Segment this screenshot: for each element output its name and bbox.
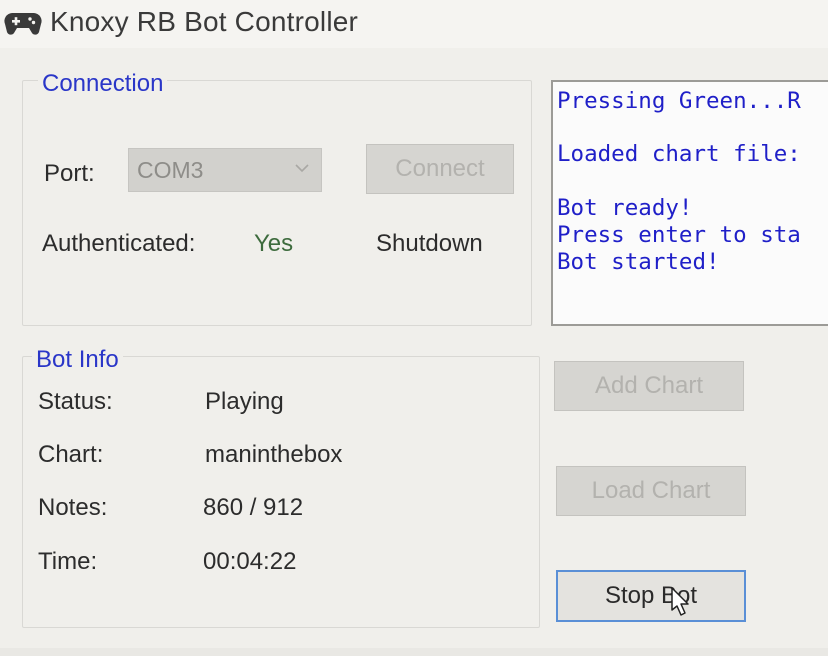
log-line: Bot started! <box>557 249 720 275</box>
add-chart-button-label: Add Chart <box>594 372 704 399</box>
chevron-down-icon <box>295 164 309 173</box>
time-label: Time: <box>38 548 98 575</box>
log-line: Bot ready! <box>557 195 693 221</box>
gamepad-icon <box>4 13 42 35</box>
app-window: Knoxy RB Bot Controller Connection Port:… <box>0 0 828 656</box>
authenticated-label: Authenticated: <box>42 230 196 257</box>
port-select-value: COM3 <box>137 157 204 183</box>
chart-value: maninthebox <box>205 441 343 468</box>
bot-info-group-title: Bot Info <box>32 346 123 374</box>
title-bar: Knoxy RB Bot Controller <box>0 0 828 48</box>
connection-group <box>22 80 532 326</box>
add-chart-button[interactable]: Add Chart <box>554 361 744 411</box>
stop-bot-button[interactable]: Stop Bot <box>556 570 746 622</box>
connection-group-title: Connection <box>38 70 168 98</box>
log-line: Pressing Green...R <box>557 88 801 114</box>
load-chart-button[interactable]: Load Chart <box>556 466 746 516</box>
connect-button[interactable]: Connect <box>366 144 514 194</box>
authenticated-value: Yes <box>254 230 294 257</box>
window-bottom-edge <box>0 648 828 656</box>
status-label: Status: <box>38 388 113 415</box>
log-line: Press enter to sta <box>557 222 801 248</box>
load-chart-button-label: Load Chart <box>591 477 711 504</box>
shutdown-label: Shutdown <box>376 230 483 257</box>
window-title: Knoxy RB Bot Controller <box>50 6 359 37</box>
log-line: Loaded chart file: <box>557 141 801 167</box>
connect-button-label: Connect <box>395 155 485 182</box>
mouse-cursor-icon <box>671 587 689 616</box>
chart-label: Chart: <box>38 441 104 468</box>
port-select[interactable]: COM3 <box>128 148 322 192</box>
port-label: Port: <box>44 160 95 187</box>
notes-label: Notes: <box>38 494 108 521</box>
notes-value: 860 / 912 <box>203 494 304 521</box>
log-output[interactable]: Pressing Green...R Loaded chart file: Bo… <box>551 80 828 326</box>
status-value: Playing <box>205 388 284 415</box>
time-value: 00:04:22 <box>203 548 297 575</box>
